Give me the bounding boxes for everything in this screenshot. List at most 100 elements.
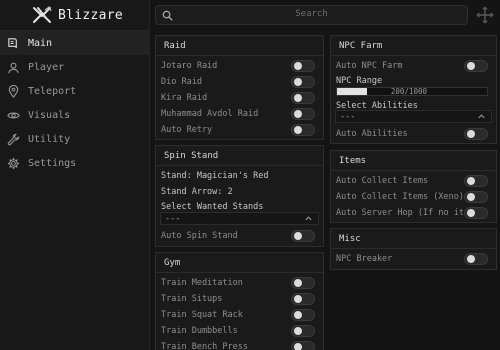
wanted-stands-text: Select Wanted Stands — [161, 202, 264, 212]
slider-fill — [337, 88, 367, 95]
raid-row-jotaro: Jotaro Raid — [156, 58, 323, 74]
wanted-stands-dropdown[interactable]: --- — [160, 212, 319, 225]
auto-npc-farm-toggle[interactable] — [464, 60, 488, 72]
chevron-up-icon — [305, 216, 312, 221]
sidebar-item-main[interactable]: Main — [0, 31, 150, 55]
sidebar-item-player[interactable]: Player — [0, 55, 150, 79]
move-icon[interactable] — [476, 6, 494, 24]
map-pin-icon — [7, 84, 20, 98]
app-title: Blizzare — [58, 7, 124, 23]
sidebar-item-label: Main — [28, 37, 53, 49]
sidebar-item-label: Teleport — [28, 85, 77, 97]
dropdown-value: --- — [340, 111, 356, 122]
toggle-label: Auto Retry — [161, 125, 213, 135]
toggle-label: Auto Abilities — [336, 129, 408, 139]
gear-icon — [7, 157, 20, 170]
sidebar-item-visuals[interactable]: Visuals — [0, 103, 150, 127]
items-row-server-hop: Auto Server Hop (If no items) — [331, 205, 496, 221]
train-dumbbells-toggle[interactable] — [291, 325, 315, 337]
train-bench-press-toggle[interactable] — [291, 341, 315, 350]
abilities-dropdown[interactable]: --- — [335, 110, 492, 123]
sidebar-nav: Main Player Teleport Visuals Utility Set… — [0, 31, 150, 175]
spin-stand-panel: Spin Stand Stand: Magician's Red Stand A… — [155, 145, 324, 247]
blizzare-logo-icon — [33, 6, 52, 23]
npc-breaker-toggle[interactable] — [464, 253, 488, 265]
sidebar-item-label: Settings — [28, 157, 77, 169]
gym-row-meditation: Train Meditation — [156, 275, 323, 291]
gym-title: Gym — [156, 253, 323, 273]
book-icon — [7, 37, 20, 50]
toggle-label: Auto Collect Items (Xeno) — [336, 192, 464, 202]
toggle-label: Auto Spin Stand — [161, 231, 238, 241]
brand: Blizzare — [32, 5, 123, 25]
slider-value: 200/1000 — [390, 87, 427, 96]
sidebar-item-settings[interactable]: Settings — [0, 151, 150, 175]
toggle-label: Train Bench Press — [161, 342, 248, 350]
npc-range-text: NPC Range — [336, 76, 383, 86]
sidebar-item-label: Utility — [28, 133, 71, 145]
gym-panel: Gym Train Meditation Train Situps Train … — [155, 252, 324, 350]
stand-name-label: Stand: Magician's Red — [156, 168, 323, 184]
auto-collect-items-toggle[interactable] — [464, 175, 488, 187]
raid-row-retry: Auto Retry — [156, 122, 323, 138]
gym-row-bench: Train Bench Press — [156, 339, 323, 350]
auto-spin-stand-toggle[interactable] — [291, 230, 315, 242]
npc-farm-title: NPC Farm — [331, 36, 496, 56]
stand-arrow-label: Stand Arrow: 2 — [156, 184, 323, 200]
search-bar[interactable]: Search — [155, 5, 468, 25]
auto-abilities-row: Auto Abilities — [331, 126, 496, 142]
toggle-label: Auto Collect Items — [336, 176, 429, 186]
gym-row-dumbbells: Train Dumbbells — [156, 323, 323, 339]
dropdown-value: --- — [165, 213, 181, 224]
chevron-up-icon — [478, 114, 485, 119]
items-row-collect: Auto Collect Items — [331, 173, 496, 189]
avdol-raid-toggle[interactable] — [291, 108, 315, 120]
toggle-label: Train Meditation — [161, 278, 243, 288]
train-squat-rack-toggle[interactable] — [291, 309, 315, 321]
auto-retry-toggle[interactable] — [291, 124, 315, 136]
sidebar-item-label: Visuals — [28, 109, 71, 121]
train-situps-toggle[interactable] — [291, 293, 315, 305]
stand-label-text: Stand: Magician's Red — [161, 171, 269, 181]
kira-raid-toggle[interactable] — [291, 92, 315, 104]
jotaro-raid-toggle[interactable] — [291, 60, 315, 72]
auto-server-hop-toggle[interactable] — [464, 207, 488, 219]
gym-row-squat: Train Squat Rack — [156, 307, 323, 323]
gym-row-situps: Train Situps — [156, 291, 323, 307]
raid-row-kira: Kira Raid — [156, 90, 323, 106]
toggle-label: Train Situps — [161, 294, 223, 304]
npc-farm-panel: NPC Farm Auto NPC Farm NPC Range 200/100… — [330, 35, 497, 144]
items-title: Items — [331, 151, 496, 171]
auto-abilities-toggle[interactable] — [464, 128, 488, 140]
toggle-label: NPC Breaker — [336, 254, 393, 264]
sidebar-item-label: Player — [28, 61, 65, 73]
sidebar: Blizzare Main Player Teleport Visuals Ut… — [0, 0, 150, 350]
raid-title: Raid — [156, 36, 323, 56]
misc-row-npc-breaker: NPC Breaker — [331, 251, 496, 267]
wrench-icon — [7, 133, 20, 146]
search-input[interactable]: Search — [176, 9, 447, 19]
toggle-label: Train Squat Rack — [161, 310, 243, 320]
auto-npc-farm-row: Auto NPC Farm — [331, 58, 496, 74]
toggle-label: Auto NPC Farm — [336, 61, 403, 71]
raid-row-avdol: Muhammad Avdol Raid — [156, 106, 323, 122]
auto-spin-row: Auto Spin Stand — [156, 228, 323, 244]
toggle-label: Jotaro Raid — [161, 61, 218, 71]
sidebar-item-utility[interactable]: Utility — [0, 127, 150, 151]
items-panel: Items Auto Collect Items Auto Collect It… — [330, 150, 497, 223]
items-row-collect-xeno: Auto Collect Items (Xeno) — [331, 189, 496, 205]
sidebar-item-teleport[interactable]: Teleport — [0, 79, 150, 103]
toggle-label: Kira Raid — [161, 93, 208, 103]
raid-panel: Raid Jotaro Raid Dio Raid Kira Raid Muha… — [155, 35, 324, 140]
dio-raid-toggle[interactable] — [291, 76, 315, 88]
toggle-label: Train Dumbbells — [161, 326, 238, 336]
toggle-label: Muhammad Avdol Raid — [161, 109, 259, 119]
misc-title: Misc — [331, 229, 496, 249]
misc-panel: Misc NPC Breaker — [330, 228, 497, 270]
npc-range-slider[interactable]: 200/1000 — [336, 87, 488, 96]
raid-row-dio: Dio Raid — [156, 74, 323, 90]
stand-arrow-text: Stand Arrow: 2 — [161, 187, 233, 197]
auto-collect-xeno-toggle[interactable] — [464, 191, 488, 203]
spin-stand-title: Spin Stand — [156, 146, 323, 166]
train-meditation-toggle[interactable] — [291, 277, 315, 289]
